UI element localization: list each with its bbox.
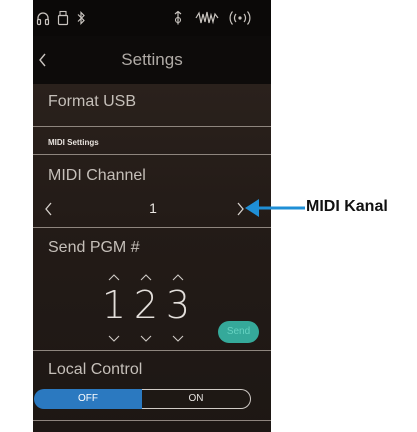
page-title: Settings — [121, 50, 183, 69]
nav-bar: Settings — [33, 36, 271, 84]
back-button[interactable] — [33, 36, 67, 84]
chevron-left-icon — [39, 53, 46, 67]
divider — [33, 350, 271, 351]
chevron-up-icon — [140, 274, 152, 281]
divider — [33, 154, 271, 155]
digit3-up-button[interactable] — [169, 270, 187, 282]
midi-channel-label: MIDI Channel — [48, 167, 146, 184]
divider — [33, 420, 271, 421]
local-control-toggle: OFF ON — [34, 389, 252, 409]
waveform-icon — [195, 11, 219, 25]
metronome-icon — [174, 10, 182, 25]
toggle-off-option[interactable]: OFF — [34, 389, 142, 409]
chevron-down-icon — [172, 335, 184, 342]
headphones-icon — [36, 12, 50, 26]
format-usb-label: Format USB — [48, 93, 137, 110]
wireless-icon — [229, 11, 251, 25]
send-pgm-label: Send PGM # — [48, 239, 140, 256]
usb-drive-icon — [57, 10, 69, 26]
divider — [33, 126, 271, 127]
device-screen: Settings Format USB MIDI Settings MIDI C… — [33, 0, 271, 432]
pgm-digit-2: 2 — [133, 283, 159, 327]
digit2-down-button[interactable] — [137, 332, 155, 344]
digit1-up-button[interactable] — [105, 270, 123, 282]
local-control-label: Local Control — [48, 361, 143, 378]
pgm-digit-3: 3 — [165, 283, 191, 327]
chevron-up-icon — [172, 274, 184, 281]
channel-decrement-button[interactable] — [37, 197, 63, 221]
divider — [33, 227, 271, 228]
send-button[interactable]: Send — [218, 321, 259, 343]
status-bar — [33, 0, 271, 36]
callout-arrow-icon — [245, 199, 305, 217]
pgm-digit-1: 1 — [101, 283, 127, 327]
bluetooth-icon — [77, 11, 85, 25]
settings-list — [33, 84, 271, 432]
chevron-left-icon — [45, 202, 52, 216]
section-header: MIDI Settings — [48, 138, 99, 147]
midi-channel-value: 1 — [149, 200, 157, 216]
chevron-down-icon — [108, 335, 120, 342]
callout-label: MIDI Kanal — [306, 198, 388, 215]
toggle-on-option[interactable]: ON — [142, 389, 251, 409]
digit2-up-button[interactable] — [137, 270, 155, 282]
digit1-down-button[interactable] — [105, 332, 123, 344]
manual-illustration: Settings Format USB MIDI Settings MIDI C… — [0, 0, 417, 432]
digit3-down-button[interactable] — [169, 332, 187, 344]
chevron-up-icon — [108, 274, 120, 281]
chevron-down-icon — [140, 335, 152, 342]
